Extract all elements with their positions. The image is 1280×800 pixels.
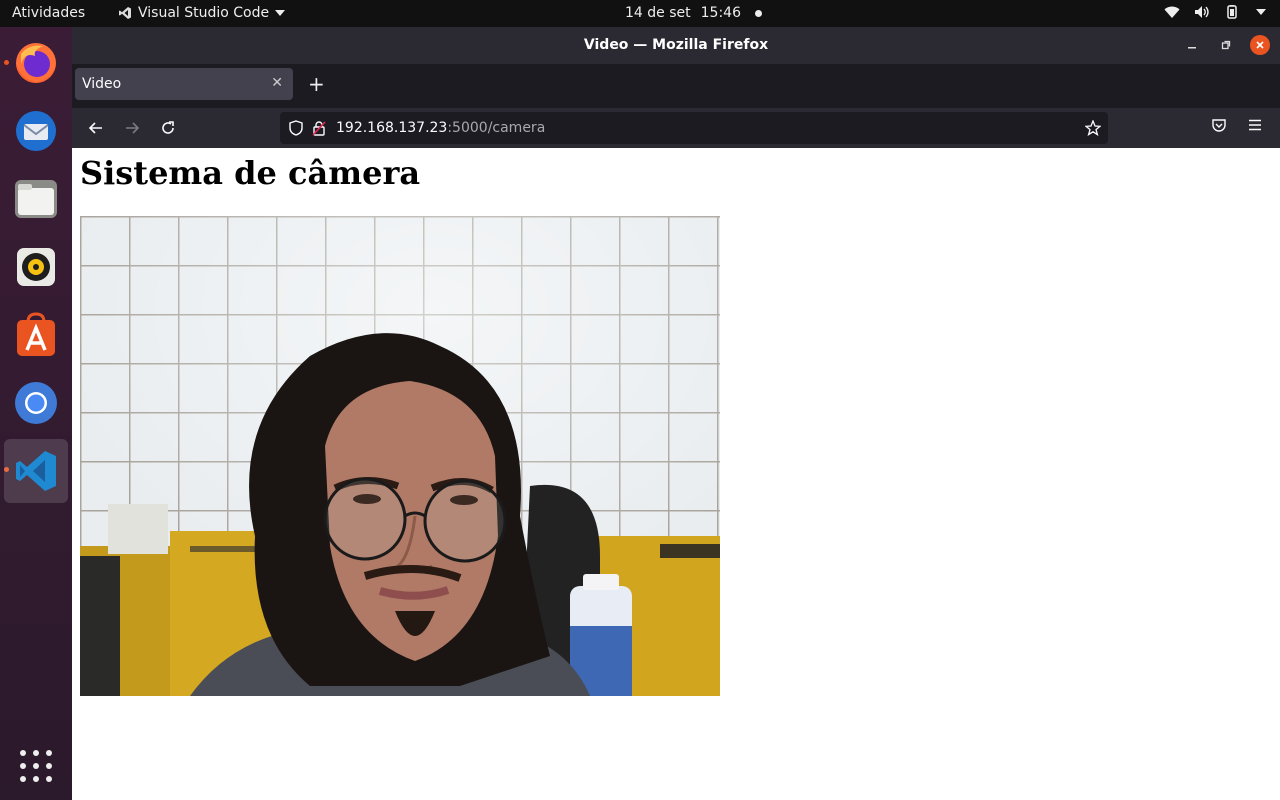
app-menu-button[interactable] [1247,117,1263,137]
insecure-lock-icon[interactable] [312,120,326,136]
chromium-icon[interactable] [4,371,68,435]
tab-video[interactable]: Video ✕ [75,68,293,100]
minimize-button[interactable] [1182,35,1202,55]
restore-icon [1221,40,1231,50]
tab-close-icon[interactable]: ✕ [271,75,283,91]
thunderbird-icon[interactable] [4,99,68,163]
app-menu[interactable]: Visual Studio Code [118,5,286,21]
ubuntu-dock [0,27,72,800]
gnome-top-bar: Atividades Visual Studio Code 14 de set … [0,0,1280,27]
system-menu-chevron-icon [1256,9,1266,15]
back-arrow-icon [88,122,102,134]
firefox-window: Video — Mozilla Firefox Video ✕ + 192.16… [72,27,1280,800]
reload-icon [162,121,174,134]
back-button[interactable] [85,117,107,139]
maximize-button[interactable] [1216,35,1236,55]
system-tray[interactable] [1164,5,1266,19]
minimize-icon [1188,47,1196,49]
tab-bar: Video ✕ + [72,64,1280,108]
clock[interactable]: 14 de set 15:46 [625,5,762,21]
app-menu-label: Visual Studio Code [138,5,270,21]
hamburger-menu-icon [1249,119,1261,131]
pocket-icon [1212,119,1226,132]
navigation-toolbar: 192.168.137.23:5000/camera [72,108,1280,148]
files-icon[interactable] [4,167,68,231]
chevron-down-icon [275,10,286,16]
bookmark-star-icon[interactable] [1085,120,1101,136]
page-content: Sistema de câmera [72,148,1280,800]
notification-dot-icon [754,9,762,17]
page-heading: Sistema de câmera [80,154,421,192]
reload-button[interactable] [157,117,179,139]
vscode-small-icon [119,7,131,19]
tracking-shield-icon[interactable] [289,120,303,136]
forward-button[interactable] [121,117,143,139]
clock-date: 14 de set [625,5,691,21]
close-window-button[interactable] [1250,35,1270,55]
tab-label: Video [82,76,122,92]
activities-button[interactable]: Atividades [12,5,85,21]
vscode-icon[interactable] [4,439,68,503]
window-title: Video — Mozilla Firefox [583,37,769,53]
camera-video-stream [80,216,720,696]
forward-arrow-icon [126,122,140,134]
rhythmbox-icon[interactable] [4,235,68,299]
firefox-icon[interactable] [4,31,68,95]
close-icon [1256,41,1264,49]
battery-icon [1227,5,1237,19]
show-applications-icon[interactable] [20,750,52,782]
wifi-icon [1164,6,1180,18]
pocket-button[interactable] [1211,117,1227,137]
clock-time: 15:46 [700,5,741,21]
url-bar[interactable]: 192.168.137.23:5000/camera [280,112,1108,144]
volume-icon [1195,6,1209,18]
new-tab-button[interactable]: + [308,74,325,94]
url-path: :5000/camera [447,120,546,136]
app-center-icon[interactable] [4,303,68,367]
window-titlebar[interactable]: Video — Mozilla Firefox [72,27,1280,64]
url-host: 192.168.137.23 [336,120,448,136]
